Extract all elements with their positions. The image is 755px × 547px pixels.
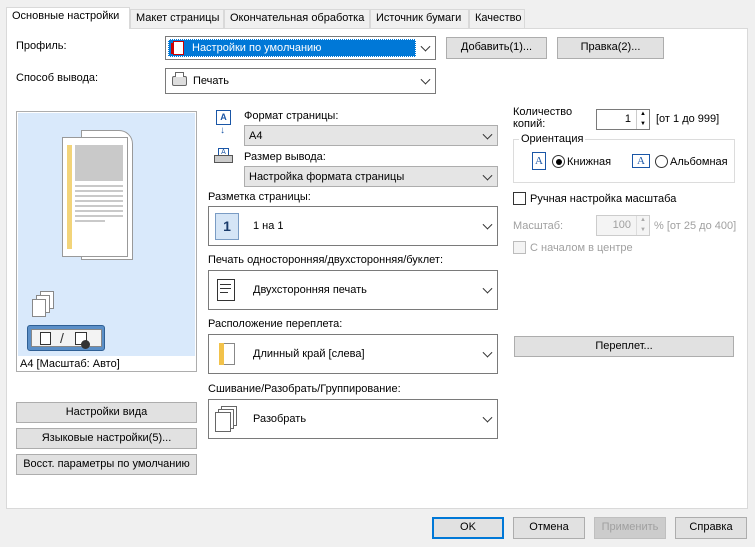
output-method-dropdown[interactable]: Печать bbox=[165, 68, 436, 94]
profile-label: Профиль: bbox=[16, 40, 67, 52]
page-size-label: Формат страницы: bbox=[244, 110, 339, 122]
ok-button[interactable]: OK bbox=[432, 517, 504, 539]
portrait-icon: A bbox=[532, 152, 546, 170]
document-preview-icon bbox=[62, 137, 128, 257]
tab-paper-source[interactable]: Источник бумаги bbox=[370, 9, 469, 28]
chevron-down-icon bbox=[420, 74, 431, 85]
one-on-one-icon: 1 bbox=[215, 213, 239, 240]
duplex-label: Печать односторонняя/двухсторонняя/букле… bbox=[208, 254, 444, 266]
output-method-label: Способ вывода: bbox=[16, 72, 99, 84]
page-size-icon: A ↓ bbox=[214, 110, 233, 136]
profile-dropdown[interactable]: Настройки по умолчанию bbox=[165, 36, 436, 60]
profile-value: Настройки по умолчанию bbox=[192, 42, 322, 54]
page-layout-label: Разметка страницы: bbox=[208, 191, 311, 203]
duplex-dropdown[interactable]: Двухсторонняя печать bbox=[208, 270, 498, 310]
chevron-down-icon bbox=[482, 347, 493, 358]
edit-profile-button[interactable]: Правка(2)... bbox=[557, 37, 664, 59]
center-label[interactable]: С началом в центре bbox=[530, 242, 633, 254]
add-profile-button[interactable]: Добавить(1)... bbox=[446, 37, 547, 59]
chevron-down-icon bbox=[482, 129, 493, 140]
chevron-down-icon bbox=[482, 412, 493, 423]
spin-down-icon[interactable]: ▼ bbox=[636, 119, 649, 129]
landscape-label[interactable]: Альбомная bbox=[670, 156, 728, 168]
duplex-value: Двухсторонняя печать bbox=[253, 284, 367, 296]
document-icon bbox=[171, 41, 184, 55]
preview-pane: / А4 [Масштаб: Авто] bbox=[16, 111, 197, 372]
scale-range: % [от 25 до 400] bbox=[654, 220, 737, 232]
tab-finishing[interactable]: Окончательная обработка bbox=[224, 9, 370, 28]
orientation-legend: Ориентация bbox=[519, 133, 586, 145]
language-settings-button[interactable]: Языковые настройки(5)... bbox=[16, 428, 197, 449]
page-size-dropdown[interactable]: A4 bbox=[244, 125, 498, 146]
view-settings-button[interactable]: Настройки вида bbox=[16, 402, 197, 423]
copies-range: [от 1 до 999] bbox=[656, 113, 720, 125]
output-size-value: Настройка формата страницы bbox=[249, 171, 405, 183]
output-method-value: Печать bbox=[193, 75, 230, 87]
page-layout-dropdown[interactable]: 1 1 на 1 bbox=[208, 206, 498, 246]
tab-quality[interactable]: Качество bbox=[469, 9, 525, 28]
apply-button: Применить bbox=[594, 517, 666, 539]
copies-spinner[interactable]: 1 ▲ ▼ bbox=[596, 109, 650, 130]
scale-label: Масштаб: bbox=[513, 220, 564, 232]
manual-scale-label[interactable]: Ручная настройка масштаба bbox=[530, 193, 676, 205]
spin-up-icon[interactable]: ▲ bbox=[636, 110, 649, 119]
portrait-radio[interactable] bbox=[552, 155, 565, 168]
long-edge-binding-icon bbox=[215, 341, 239, 368]
spin-down-icon[interactable]: ▼ bbox=[636, 225, 649, 235]
output-size-icon: A bbox=[214, 148, 234, 164]
collate-value: Разобрать bbox=[253, 413, 307, 425]
duplex-preview-toggle[interactable]: / bbox=[27, 325, 105, 351]
copies-value: 1 bbox=[624, 113, 631, 125]
scale-spinner[interactable]: 100 ▲ ▼ bbox=[596, 215, 650, 236]
collate-label: Сшивание/Разобрать/Группирование: bbox=[208, 383, 401, 395]
help-button[interactable]: Справка bbox=[675, 517, 747, 539]
tab-page-layout[interactable]: Макет страницы bbox=[130, 9, 224, 28]
preview-caption: А4 [Масштаб: Авто] bbox=[20, 358, 120, 370]
duplex-print-icon bbox=[215, 277, 239, 304]
binding-location-value: Длинный край [слева] bbox=[253, 348, 365, 360]
cancel-button[interactable]: Отмена bbox=[513, 517, 585, 539]
output-size-label: Размер вывода: bbox=[244, 151, 326, 163]
manual-scale-checkbox[interactable] bbox=[513, 192, 526, 205]
spin-up-icon[interactable]: ▲ bbox=[636, 216, 649, 225]
chevron-down-icon bbox=[482, 283, 493, 294]
output-size-dropdown[interactable]: Настройка формата страницы bbox=[244, 166, 498, 187]
binding-location-label: Расположение переплета: bbox=[208, 318, 343, 330]
preview-image: / bbox=[18, 113, 195, 356]
page-size-value: A4 bbox=[249, 130, 263, 142]
copies-stack-icon bbox=[32, 291, 58, 323]
scale-value: 100 bbox=[612, 219, 631, 231]
collate-icon bbox=[215, 406, 239, 433]
tab-basic-settings[interactable]: Основные настройки bbox=[6, 7, 130, 29]
collate-dropdown[interactable]: Разобрать bbox=[208, 399, 498, 439]
portrait-label[interactable]: Книжная bbox=[567, 156, 611, 168]
two-sided-page-icon bbox=[75, 332, 90, 349]
copies-label: Количество копий: bbox=[513, 106, 573, 130]
landscape-icon: A bbox=[632, 154, 650, 168]
landscape-radio[interactable] bbox=[655, 155, 668, 168]
chevron-down-icon bbox=[420, 41, 431, 52]
slash-separator-icon: / bbox=[60, 330, 64, 346]
center-checkbox[interactable] bbox=[513, 241, 526, 254]
chevron-down-icon bbox=[482, 219, 493, 230]
one-sided-page-icon bbox=[40, 332, 51, 345]
restore-defaults-button[interactable]: Восст. параметры по умолчанию bbox=[16, 454, 197, 475]
chevron-down-icon bbox=[482, 170, 493, 181]
printer-icon bbox=[172, 72, 187, 86]
binding-location-dropdown[interactable]: Длинный край [слева] bbox=[208, 334, 498, 374]
gutter-button[interactable]: Переплет... bbox=[514, 336, 734, 357]
page-layout-value: 1 на 1 bbox=[253, 220, 284, 232]
